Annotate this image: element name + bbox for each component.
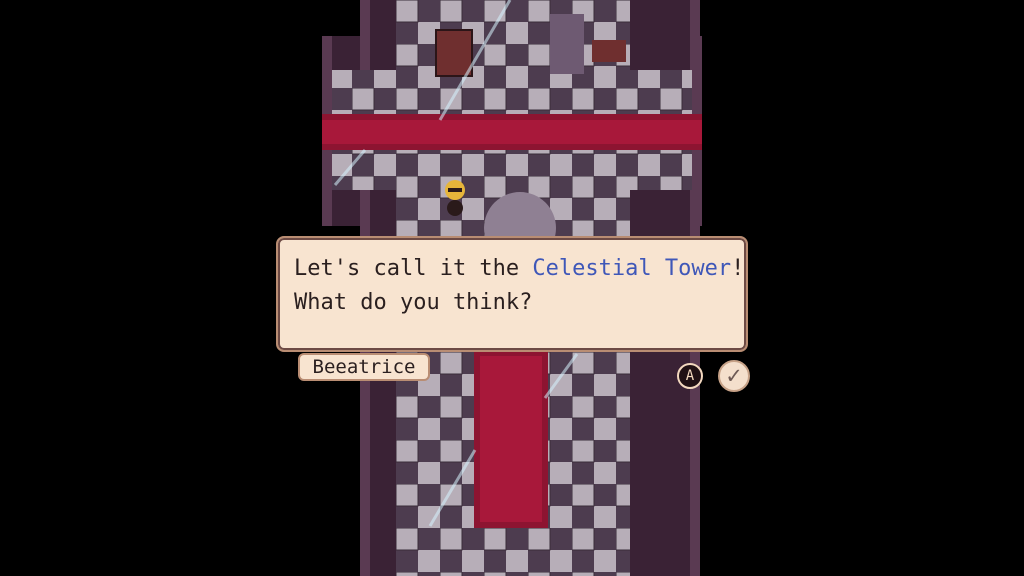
checkmark-icon[interactable]: ✓ <box>718 360 750 392</box>
dialog-line-2: What do you think? <box>294 290 533 315</box>
speaker-nameplate: Beeatrice <box>298 353 430 381</box>
dialog-box: Let's call it the Celestial Tower! What … <box>276 236 748 352</box>
a-button-icon[interactable]: A <box>677 363 703 389</box>
dialog-line-1: Let's call it the Celestial Tower! <box>294 256 745 281</box>
dialog-highlight-location: Celestial Tower <box>532 256 732 281</box>
